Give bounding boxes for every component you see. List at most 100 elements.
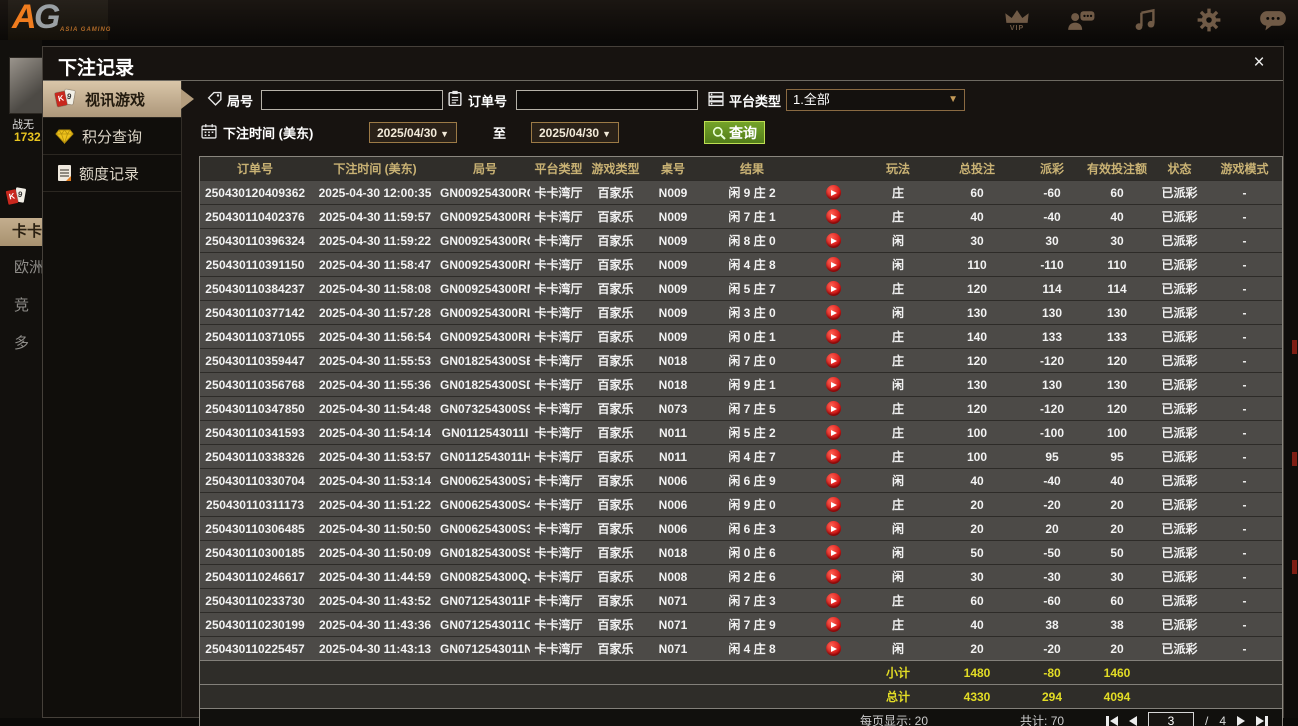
play-video-button[interactable] — [826, 449, 841, 464]
table-row: 250430110230199 2025-04-30 11:43:36 GN07… — [200, 613, 1282, 637]
play-video-button[interactable] — [826, 497, 841, 512]
cell-payout: -20 — [1022, 493, 1082, 517]
total-label: 总计 — [864, 685, 932, 709]
cell-table: N071 — [644, 637, 702, 661]
cell-round: GN009254300RQ — [440, 181, 530, 205]
play-video-button[interactable] — [826, 377, 841, 392]
play-video-button[interactable] — [826, 185, 841, 200]
cell-result: 闲 4 庄 7 — [702, 445, 802, 469]
cell-result: 闲 9 庄 1 — [702, 373, 802, 397]
gem-icon — [55, 129, 74, 144]
play-icon — [831, 502, 837, 508]
vip-crown-icon[interactable]: VIP — [1000, 4, 1034, 36]
play-video-button[interactable] — [826, 545, 841, 560]
date-from-picker[interactable]: 2025/04/30▼ — [369, 122, 457, 143]
play-video-button[interactable] — [826, 473, 841, 488]
play-video-button[interactable] — [826, 209, 841, 224]
close-icon[interactable]: × — [1247, 51, 1271, 75]
cell-round: GN073254300S9 — [440, 397, 530, 421]
play-video-button[interactable] — [826, 569, 841, 584]
table-row: 250430110338326 2025-04-30 11:53:57 GN01… — [200, 445, 1282, 469]
cell-video — [802, 541, 864, 565]
play-video-button[interactable] — [826, 329, 841, 344]
play-video-button[interactable] — [826, 281, 841, 296]
sidebar-item-credit-records[interactable]: 额度记录 — [43, 155, 181, 192]
first-page-button[interactable] — [1106, 714, 1118, 726]
cell-status: 已派彩 — [1152, 541, 1207, 565]
cell-valid-bet: 38 — [1082, 613, 1152, 637]
col-order: 订单号 — [200, 157, 310, 181]
subtotal-row: 小计 1480 -80 1460 — [200, 661, 1282, 685]
cell-payout: -60 — [1022, 589, 1082, 613]
last-page-button[interactable] — [1256, 714, 1268, 726]
music-icon[interactable] — [1128, 4, 1162, 36]
table-row: 250430110341593 2025-04-30 11:54:14 GN01… — [200, 421, 1282, 445]
service-chat-icon[interactable] — [1064, 4, 1098, 36]
table-row: 250430110225457 2025-04-30 11:43:13 GN07… — [200, 637, 1282, 661]
topbar-icons: VIP — [1000, 4, 1290, 36]
cards-icon: 9K — [55, 90, 77, 109]
cell-order: 250430110230199 — [200, 613, 310, 637]
play-icon — [831, 334, 837, 340]
chevron-down-icon: ▼ — [948, 90, 958, 110]
cell-order: 250430110306485 — [200, 517, 310, 541]
play-icon — [831, 190, 837, 196]
play-video-button[interactable] — [826, 521, 841, 536]
search-button[interactable]: 查询 — [704, 121, 765, 144]
col-valid-bet: 有效投注额 — [1082, 157, 1152, 181]
play-video-button[interactable] — [826, 257, 841, 272]
to-label: 至 — [493, 123, 506, 142]
play-video-button[interactable] — [826, 593, 841, 608]
table-row: 250430110377142 2025-04-30 11:57:28 GN00… — [200, 301, 1282, 325]
play-video-button[interactable] — [826, 617, 841, 632]
col-payout: 派彩 — [1022, 157, 1082, 181]
order-no-input[interactable] — [516, 90, 698, 110]
cell-status: 已派彩 — [1152, 589, 1207, 613]
cell-game-mode: - — [1207, 373, 1282, 397]
cell-round: GN006254300S4 — [440, 493, 530, 517]
next-page-button[interactable] — [1237, 714, 1245, 726]
table-footer: 小计 1480 -80 1460 总计 4330 294 4094 — [200, 661, 1282, 709]
cell-bet-time: 2025-04-30 11:44:59 — [310, 565, 440, 589]
modal-titlebar: 下注记录 × — [43, 47, 1283, 81]
cell-game-mode: - — [1207, 397, 1282, 421]
play-video-button[interactable] — [826, 233, 841, 248]
cell-platform: 卡卡湾厅 — [530, 517, 587, 541]
round-no-input[interactable] — [261, 90, 443, 110]
sidebar-item-points-query[interactable]: 积分查询 — [43, 118, 181, 155]
vip-label: VIP — [1010, 25, 1024, 32]
play-video-button[interactable] — [826, 353, 841, 368]
cell-table: N009 — [644, 325, 702, 349]
cell-game-type: 百家乐 — [587, 397, 644, 421]
background-app-right — [1284, 40, 1298, 726]
cell-result: 闲 7 庄 1 — [702, 205, 802, 229]
cell-total-bet: 20 — [932, 517, 1022, 541]
page-size-label: 每页显示: 20 — [860, 712, 928, 726]
platform-type-select[interactable]: 1.全部 ▼ — [786, 89, 965, 111]
settings-gear-icon[interactable] — [1192, 4, 1226, 36]
prev-page-button[interactable] — [1129, 714, 1137, 726]
cell-total-bet: 30 — [932, 565, 1022, 589]
table-row: 250430110391150 2025-04-30 11:58:47 GN00… — [200, 253, 1282, 277]
cell-bet-time: 2025-04-30 11:58:47 — [310, 253, 440, 277]
cell-platform: 卡卡湾厅 — [530, 325, 587, 349]
cell-platform: 卡卡湾厅 — [530, 349, 587, 373]
bet-table-wrap: 订单号 下注时间 (美东) 局号 平台类型 游戏类型 桌号 结果 玩法 总投注 … — [199, 156, 1283, 726]
play-icon — [831, 454, 837, 460]
table-row: 250430110359447 2025-04-30 11:55:53 GN01… — [200, 349, 1282, 373]
cell-status: 已派彩 — [1152, 229, 1207, 253]
sidebar-item-video-games[interactable]: 9K 视讯游戏 — [43, 81, 181, 118]
play-video-button[interactable] — [826, 401, 841, 416]
chat-bubbles-icon[interactable] — [1256, 4, 1290, 36]
play-video-button[interactable] — [826, 641, 841, 656]
cell-round: GN0712543011O — [440, 613, 530, 637]
play-video-button[interactable] — [826, 425, 841, 440]
cell-status: 已派彩 — [1152, 301, 1207, 325]
play-video-button[interactable] — [826, 305, 841, 320]
date-to-picker[interactable]: 2025/04/30▼ — [531, 122, 619, 143]
cell-video — [802, 469, 864, 493]
page-number-input[interactable]: 3 — [1148, 712, 1194, 726]
cell-valid-bet: 20 — [1082, 493, 1152, 517]
cell-result: 闲 4 庄 8 — [702, 253, 802, 277]
cell-status: 已派彩 — [1152, 325, 1207, 349]
